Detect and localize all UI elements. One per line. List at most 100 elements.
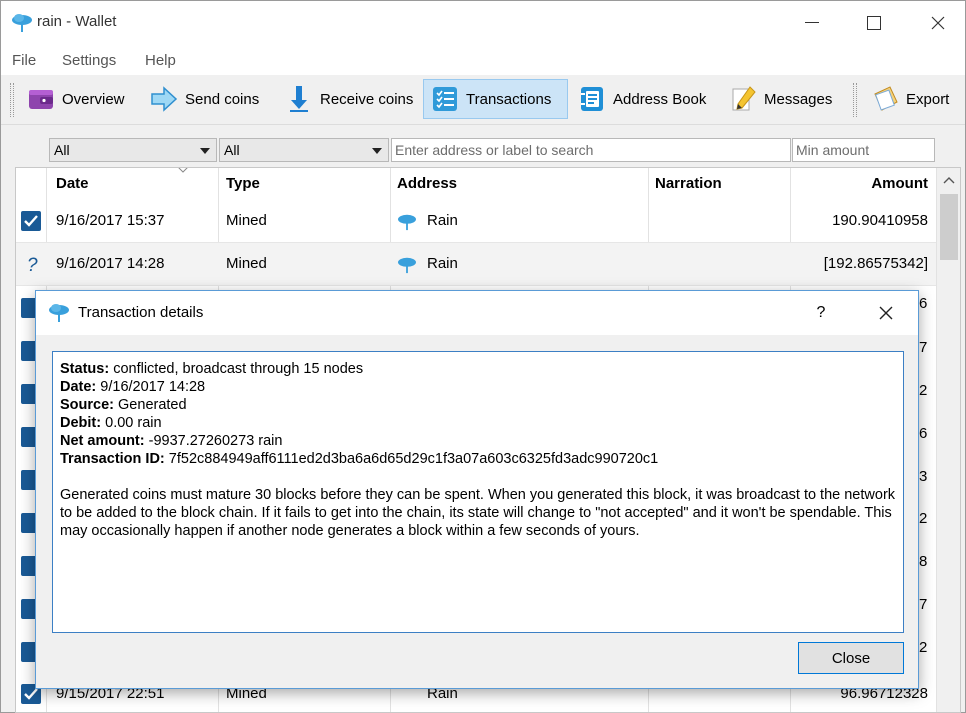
dialog-title-bar: Transaction details ? bbox=[36, 291, 918, 335]
export-label: Export bbox=[906, 90, 950, 108]
amount-digit-fragment: 7 bbox=[919, 339, 928, 356]
date-filter-value: All bbox=[54, 142, 70, 158]
send-coins-label: Send coins bbox=[185, 90, 260, 108]
status-label: Status: bbox=[60, 361, 110, 377]
toolbar-separator bbox=[853, 83, 857, 117]
type-filter-value: All bbox=[224, 142, 240, 158]
scrollbar-thumb[interactable] bbox=[940, 194, 958, 260]
overview-label: Overview bbox=[62, 90, 125, 108]
type-column-header[interactable]: Type bbox=[226, 168, 260, 200]
receive-coins-button[interactable]: Receive coins bbox=[277, 79, 420, 119]
svg-text:?: ? bbox=[27, 255, 38, 274]
address-book-icon bbox=[581, 87, 603, 111]
receive-arrow-icon bbox=[290, 86, 308, 112]
overview-button[interactable]: Overview bbox=[19, 79, 132, 119]
messages-label: Messages bbox=[764, 90, 833, 108]
debit-label: Debit: bbox=[60, 415, 102, 431]
amount-digit-fragment: 3 bbox=[919, 468, 928, 485]
address-column-header[interactable]: Address bbox=[397, 168, 457, 200]
minimize-button[interactable] bbox=[789, 1, 835, 45]
amount-digit-fragment: 6 bbox=[919, 295, 928, 312]
main-window: rain - Wallet File Settings Help Overvie… bbox=[0, 0, 966, 713]
transactions-label: Transactions bbox=[466, 90, 552, 108]
dialog-title: Transaction details bbox=[78, 304, 204, 321]
transaction-id-label: Transaction ID: bbox=[60, 451, 165, 467]
row-amount: [192.86575342] bbox=[823, 255, 928, 272]
minimize-icon bbox=[805, 22, 819, 23]
address-book-label: Address Book bbox=[613, 90, 707, 108]
sort-caret-icon bbox=[178, 168, 188, 173]
chevron-down-icon bbox=[200, 148, 210, 154]
pencil-paper-icon bbox=[732, 86, 756, 111]
net-amount-label: Net amount: bbox=[60, 433, 145, 449]
close-icon bbox=[931, 16, 945, 30]
row-address: Rain bbox=[427, 212, 458, 229]
amount-digit-fragment: 2 bbox=[919, 510, 928, 527]
transaction-id-value: 7f52c884949aff6111ed2d3ba6a6d65d29c1f3a0… bbox=[168, 451, 659, 467]
row-type: Mined bbox=[226, 212, 267, 229]
close-window-button[interactable] bbox=[915, 1, 961, 45]
menu-help[interactable]: Help bbox=[145, 52, 176, 69]
close-button[interactable]: Close bbox=[798, 642, 904, 674]
dialog-close-button[interactable] bbox=[866, 291, 906, 335]
status-value: conflicted, broadcast through 15 nodes bbox=[113, 361, 364, 377]
amount-column-header[interactable]: Amount bbox=[836, 168, 928, 200]
maximize-button[interactable] bbox=[851, 1, 897, 45]
menu-settings[interactable]: Settings bbox=[62, 52, 116, 69]
date-column-header[interactable]: Date bbox=[56, 168, 216, 200]
type-filter-combo[interactable]: All bbox=[219, 138, 389, 162]
rain-cloud-icon bbox=[398, 257, 416, 274]
maximize-icon bbox=[867, 16, 881, 30]
menu-bar: File Settings Help bbox=[1, 45, 965, 75]
export-clipboard-icon bbox=[874, 86, 898, 111]
amount-digit-fragment: 2 bbox=[919, 639, 928, 656]
chevron-down-icon bbox=[372, 148, 382, 154]
messages-button[interactable]: Messages bbox=[721, 79, 839, 119]
rain-cloud-icon bbox=[398, 214, 416, 231]
row-date: 9/16/2017 14:28 bbox=[56, 255, 165, 272]
window-title: rain - Wallet bbox=[37, 13, 117, 30]
net-amount-value: -9937.27260273 rain bbox=[148, 433, 283, 449]
debit-value: 0.00 rain bbox=[105, 415, 162, 431]
maturity-note: Generated coins must mature 30 blocks be… bbox=[60, 487, 896, 539]
rain-cloud-icon bbox=[49, 304, 69, 322]
toolbar: Overview Send coins Receive coins Transa… bbox=[1, 75, 965, 125]
row-type: Mined bbox=[226, 255, 267, 272]
question-mark-icon: ? bbox=[27, 255, 38, 274]
help-button[interactable]: ? bbox=[806, 291, 836, 335]
row-amount: 190.90410958 bbox=[832, 212, 928, 229]
source-value: Generated bbox=[118, 397, 187, 413]
row-address: Rain bbox=[427, 255, 458, 272]
table-row[interactable]: 9/16/2017 15:37 Mined Rain 190.90410958 bbox=[16, 200, 936, 243]
amount-digit-fragment: 6 bbox=[919, 425, 928, 442]
transactions-list-icon bbox=[433, 87, 457, 111]
transaction-details-dialog: Transaction details ? Status: conflicted… bbox=[35, 290, 919, 689]
rain-cloud-icon bbox=[12, 14, 32, 32]
receive-coins-label: Receive coins bbox=[320, 90, 414, 108]
export-button[interactable]: Export bbox=[863, 79, 956, 119]
transaction-details-text[interactable]: Status: conflicted, broadcast through 15… bbox=[52, 351, 904, 633]
address-search-input[interactable]: Enter address or label to search bbox=[391, 138, 791, 162]
amount-digit-fragment: 2 bbox=[919, 382, 928, 399]
min-amount-input[interactable]: Min amount bbox=[792, 138, 935, 162]
transactions-button[interactable]: Transactions bbox=[423, 79, 568, 119]
send-arrow-icon bbox=[151, 86, 178, 112]
table-row[interactable]: ? 9/16/2017 14:28 Mined Rain [192.865753… bbox=[16, 243, 936, 286]
filter-row: All All Enter address or label to search… bbox=[1, 125, 965, 169]
date-filter-combo[interactable]: All bbox=[49, 138, 217, 162]
narration-column-header[interactable]: Narration bbox=[655, 168, 722, 200]
send-coins-button[interactable]: Send coins bbox=[142, 79, 266, 119]
amount-digit-fragment: 8 bbox=[919, 553, 928, 570]
menu-file[interactable]: File bbox=[12, 52, 36, 69]
toolbar-grip[interactable] bbox=[10, 83, 14, 117]
vertical-scrollbar[interactable] bbox=[936, 168, 960, 712]
date-value: 9/16/2017 14:28 bbox=[100, 379, 206, 395]
confirmed-check-icon bbox=[21, 211, 41, 231]
wallet-icon bbox=[29, 90, 53, 109]
row-date: 9/16/2017 15:37 bbox=[56, 212, 165, 229]
source-label: Source: bbox=[60, 397, 114, 413]
scroll-up-icon[interactable] bbox=[943, 176, 955, 184]
close-icon bbox=[879, 306, 893, 320]
address-book-button[interactable]: Address Book bbox=[570, 79, 713, 119]
date-label: Date: bbox=[60, 379, 97, 395]
